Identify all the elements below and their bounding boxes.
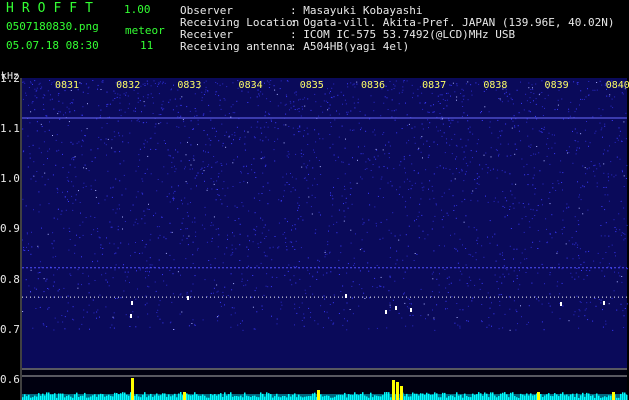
meteor-label: meteor xyxy=(125,24,165,37)
spectrogram xyxy=(20,78,628,400)
x-tick-label: 0840 xyxy=(605,80,629,91)
meteor-echo xyxy=(612,392,615,400)
meteor-blip xyxy=(603,301,605,305)
meteor-blip xyxy=(345,294,347,298)
x-tick-label: 0834 xyxy=(238,80,263,91)
x-tick-label: 0833 xyxy=(177,80,202,91)
x-tick-label: 0839 xyxy=(544,80,569,91)
app-name: HROFFT xyxy=(6,1,101,16)
x-tick-label: 0838 xyxy=(483,80,508,91)
app-version: 1.00 xyxy=(124,3,151,16)
meteor-count: 11 xyxy=(140,39,154,52)
meteor-echo xyxy=(396,382,399,400)
meteor-blip xyxy=(395,306,397,310)
meteor-blip xyxy=(385,310,387,314)
spectrogram-field xyxy=(22,78,627,368)
meteor-blip xyxy=(131,301,133,305)
info-key-antenna: Receiving antenna xyxy=(180,40,293,53)
y-tick-label: 0.6 xyxy=(0,373,20,386)
meteor-blip xyxy=(560,302,562,306)
meteor-echo xyxy=(317,390,320,400)
x-tick-label: 0832 xyxy=(116,80,141,91)
info-value-antenna: : A504HB(yagi 4el) xyxy=(290,40,410,53)
meteor-blip xyxy=(187,296,189,300)
x-tick-label: 0831 xyxy=(54,80,80,91)
y-tick-label: 1.0 xyxy=(0,172,20,186)
y-tick-label: 0.9 xyxy=(0,222,20,236)
y-tick-label: 0.7 xyxy=(0,322,20,336)
meteor-blip xyxy=(130,314,132,318)
meteor-echo xyxy=(400,386,403,400)
meteor-echo xyxy=(537,392,540,400)
y-tick-label: 1.1 xyxy=(0,122,20,135)
meteor-echo xyxy=(183,392,186,400)
x-tick-label: 0835 xyxy=(299,80,324,91)
x-tick-label: 0837 xyxy=(422,80,447,91)
meteor-blip xyxy=(410,308,412,312)
date-time: 05.07.18 08:30 xyxy=(6,39,99,52)
y-tick-label: 0.8 xyxy=(0,272,20,286)
x-tick-label: 0836 xyxy=(360,80,386,91)
file-name: 0507180830.png xyxy=(6,20,99,33)
meteor-echo xyxy=(392,380,395,400)
meteor-echo xyxy=(131,378,134,400)
y-tick-label: 1.2 xyxy=(0,71,20,85)
